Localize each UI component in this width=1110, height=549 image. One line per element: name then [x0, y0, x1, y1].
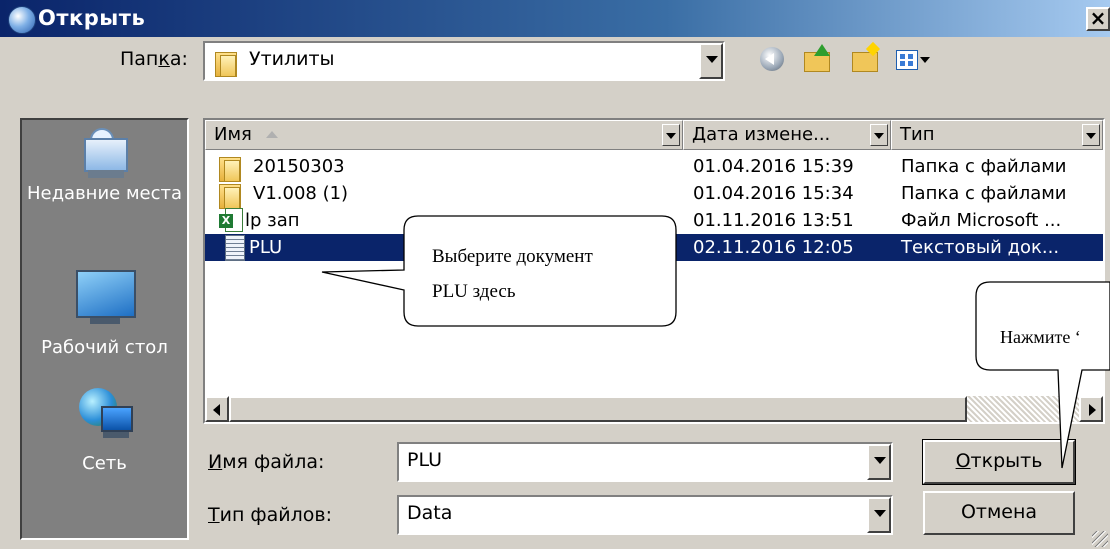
folder-dropdown-button[interactable]: [699, 43, 723, 79]
open-button[interactable]: Открыть: [922, 439, 1076, 485]
sort-ascending-icon: [266, 131, 278, 138]
filetype-value: Data: [407, 502, 453, 524]
list-item[interactable]: V1.008 (1) 01.04.2016 15:34 Папка с файл…: [205, 180, 1103, 209]
filename-value: PLU: [407, 449, 443, 471]
view-menu-icon[interactable]: [892, 42, 936, 76]
folder-icon: [219, 154, 241, 182]
text-file-icon: [225, 235, 245, 261]
file-date: 01.11.2016 13:51: [693, 210, 854, 231]
place-desktop[interactable]: Рабочий стол: [22, 270, 187, 359]
file-name: lp зап: [245, 210, 300, 231]
column-header-type[interactable]: Тип: [891, 120, 1103, 150]
scroll-right-button[interactable]: [1079, 396, 1103, 422]
file-name: V1.008 (1): [253, 183, 349, 204]
new-folder-icon[interactable]: [848, 41, 882, 76]
close-button[interactable]: ×: [1086, 7, 1110, 31]
folder-icon: [215, 49, 237, 77]
column-header-date[interactable]: Дата измене...: [683, 120, 891, 150]
filename-label: Имя файла:: [208, 451, 325, 473]
file-date: 02.11.2016 12:05: [693, 237, 854, 258]
list-item[interactable]: 20150303 01.04.2016 15:39 Папка с файлам…: [205, 153, 1103, 182]
filename-dropdown-button[interactable]: [867, 444, 891, 480]
place-label: Недавние места: [26, 183, 183, 204]
place-recent[interactable]: Недавние места: [22, 128, 187, 205]
file-type: Папка с файлами: [901, 183, 1067, 204]
callout-select-doc-line2: PLU здесь: [432, 281, 516, 302]
file-date: 01.04.2016 15:39: [693, 156, 854, 177]
horizontal-scrollbar[interactable]: [205, 396, 1103, 422]
folder-label: Папка:: [120, 48, 188, 70]
column-header-name[interactable]: Имя: [205, 120, 683, 150]
callout-press-open-text: Нажмите ‘: [1000, 327, 1081, 347]
folder-icon: [219, 181, 241, 209]
list-item[interactable]: X lp зап 01.11.2016 13:51 Файл Microsoft…: [205, 207, 1103, 234]
file-date: 01.04.2016 15:34: [693, 183, 854, 204]
desktop-icon: [75, 270, 136, 328]
callout-select-doc-line1: Выберите документ: [432, 246, 593, 267]
places-bar: Недавние места Рабочий стол Сеть: [20, 118, 189, 540]
filename-input[interactable]: PLU: [397, 442, 893, 482]
place-label: Рабочий стол: [41, 337, 168, 358]
dialog-icon: [8, 6, 36, 34]
cancel-button[interactable]: Отмена: [923, 491, 1075, 535]
dialog-title: Открыть: [38, 6, 146, 30]
column-filter-button[interactable]: [870, 124, 888, 146]
file-type: Папка с файлами: [901, 156, 1067, 177]
place-label: Сеть: [82, 453, 127, 474]
column-filter-button[interactable]: [1082, 124, 1100, 146]
folder-combobox[interactable]: Утилиты: [203, 41, 725, 81]
title-bar[interactable]: Открыть ×: [0, 0, 1110, 37]
file-name: 20150303: [253, 156, 345, 177]
current-folder-value: Утилиты: [249, 48, 335, 70]
filetype-dropdown-button[interactable]: [867, 497, 891, 533]
place-network[interactable]: Сеть: [22, 388, 187, 475]
network-icon: [78, 388, 133, 442]
column-filter-button[interactable]: [662, 124, 680, 146]
excel-file-icon: X: [219, 208, 243, 232]
file-type: Текстовый док...: [901, 237, 1060, 258]
scroll-left-button[interactable]: [205, 396, 229, 422]
recent-places-icon: [80, 128, 130, 182]
up-folder-icon[interactable]: [800, 42, 834, 76]
filetype-label: Тип файлов:: [208, 504, 333, 526]
scroll-thumb[interactable]: [229, 396, 967, 422]
file-type: Файл Microsoft ...: [901, 210, 1062, 231]
file-name: PLU: [249, 237, 283, 258]
resize-grip[interactable]: [1092, 531, 1108, 547]
back-icon[interactable]: [755, 42, 789, 76]
filetype-select[interactable]: Data: [397, 495, 893, 535]
